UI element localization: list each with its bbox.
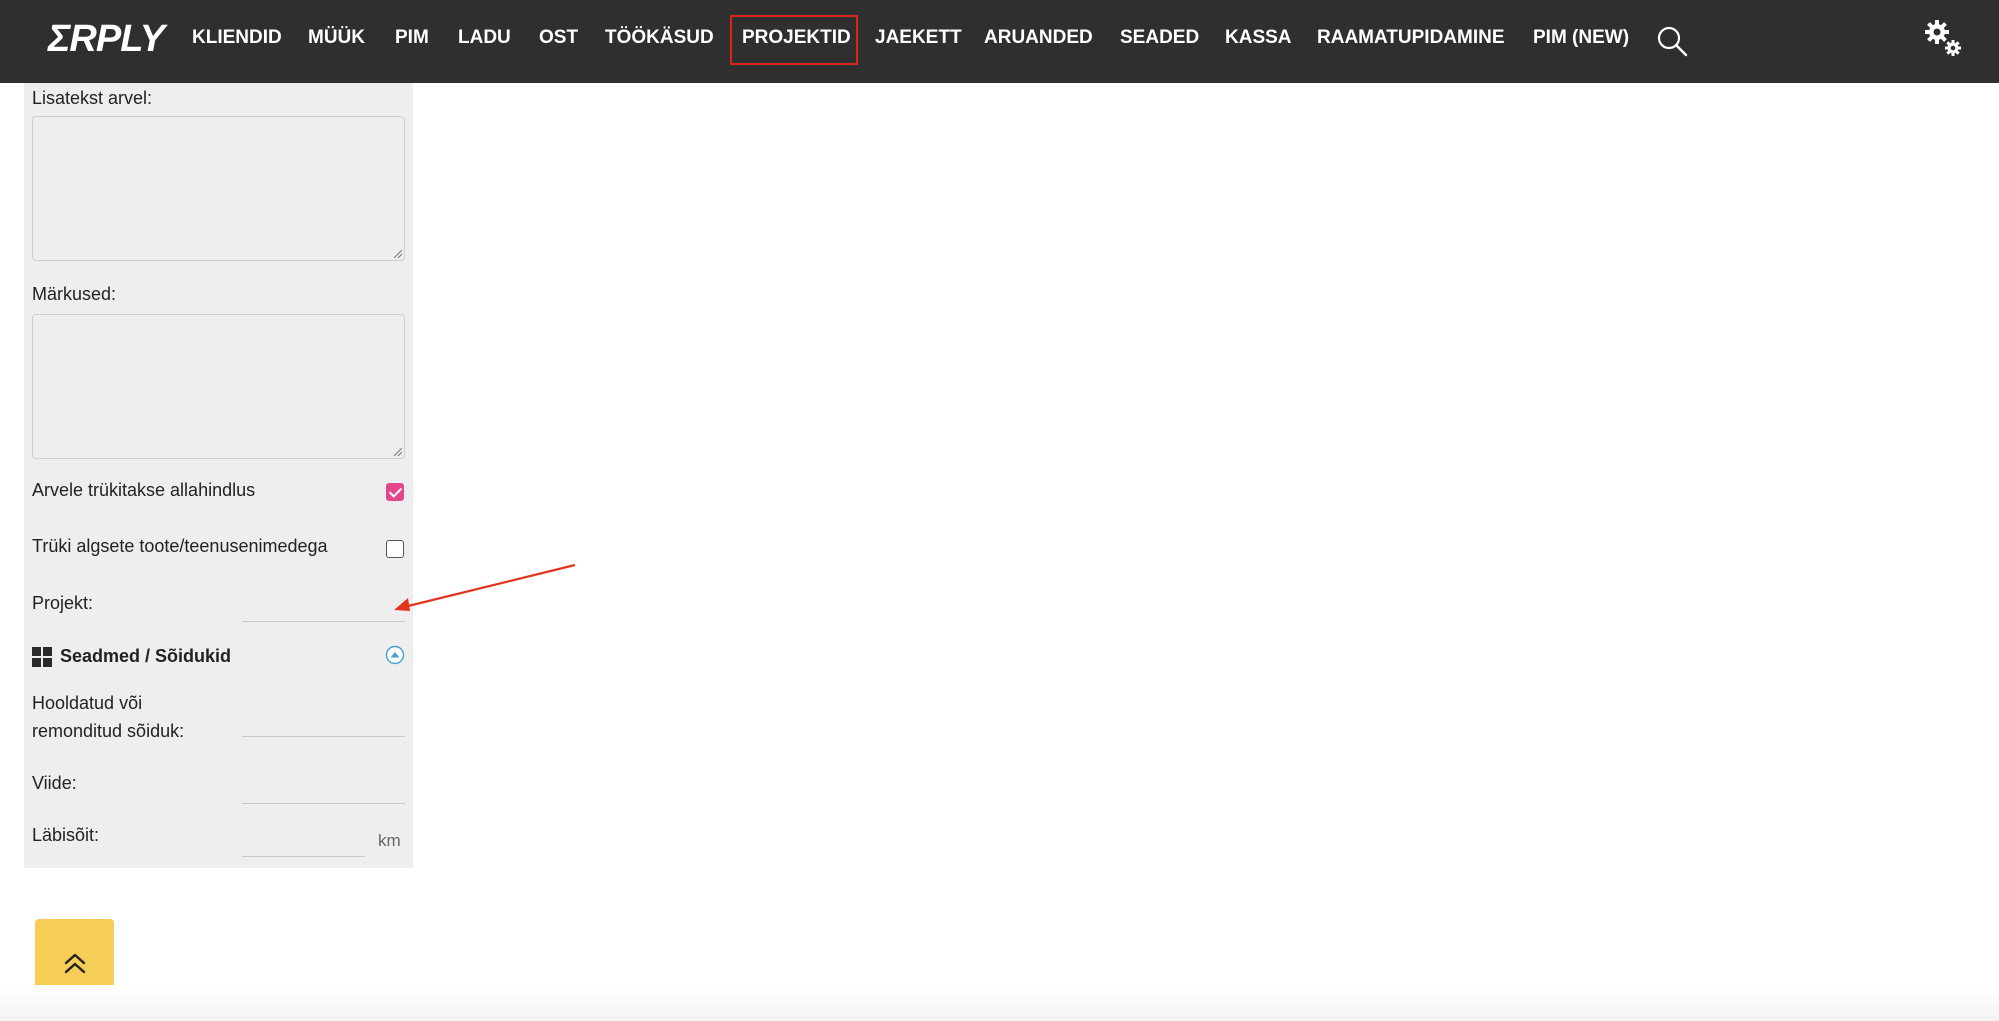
annotation-arrow [394,563,576,611]
discount-checkbox[interactable] [386,483,404,501]
nav-item-pim[interactable]: PIM [395,27,429,49]
extra-text-textarea[interactable] [32,116,405,261]
nav-item-seaded[interactable]: SEADED [1120,27,1199,49]
discount-label: Arvele trükitakse allahindlus [32,480,256,500]
double-chevron-up-icon [64,953,85,974]
mileage-input[interactable] [242,827,365,857]
nav-item-jaekett[interactable]: JAEKETT [875,27,962,49]
nav-item-projektid[interactable]: PROJEKTID [742,27,851,49]
nav-item-kliendid[interactable]: KLIENDID [192,27,282,49]
nav-item-raamatupidamine[interactable]: RAAMATUPIDAMINE [1317,27,1505,49]
resize-grip-icon[interactable] [392,248,402,258]
resize-grip-icon[interactable] [392,446,402,456]
reference-label: Viide: [32,773,77,793]
nav-item-aruanded[interactable]: ARUANDED [984,27,1093,49]
erply-logo[interactable]: ΣRPLY [48,18,165,61]
original-names-label: Trüki algsete toote/teenusenimedega [32,536,328,556]
notes-label: Märkused: [32,284,117,304]
nav-item-kassa[interactable]: KASSA [1225,27,1292,49]
vehicle-input[interactable] [242,707,405,737]
nav-item-tookasud[interactable]: TÖÖKÄSUD [605,27,714,49]
grid-icon [32,646,52,667]
project-input[interactable] [242,592,405,622]
nav-item-muuk[interactable]: MÜÜK [308,27,365,49]
notes-textarea[interactable] [32,314,405,459]
nav-item-ost[interactable]: OST [539,27,578,49]
bottom-shade [0,985,1999,1021]
vehicle-label-line2: remonditud sõiduk: [32,721,185,741]
invoice-options-panel: Lisatekst arvel: Märkused: Arvele trükit… [24,83,413,868]
search-icon[interactable] [1656,25,1688,57]
collapse-up-icon[interactable] [385,645,405,665]
original-names-checkbox[interactable] [386,540,404,558]
top-navigation-bar: ΣRPLY KLIENDID MÜÜK PIM LADU OST TÖÖKÄSU… [0,0,1999,83]
mileage-label: Läbisõit: [32,825,100,845]
nav-item-ladu[interactable]: LADU [458,27,511,49]
mileage-unit: km [378,831,401,850]
extra-text-label: Lisatekst arvel: [32,88,153,108]
devices-section-header: Seadmed / Sõidukid [32,646,231,667]
nav-item-pim-new[interactable]: PIM (NEW) [1533,27,1629,49]
vehicle-label-line1: Hooldatud või [32,693,143,713]
gear-icon[interactable] [1922,17,1964,59]
reference-input[interactable] [242,774,405,804]
project-label: Projekt: [32,593,94,613]
devices-section-title: Seadmed / Sõidukid [60,646,232,666]
